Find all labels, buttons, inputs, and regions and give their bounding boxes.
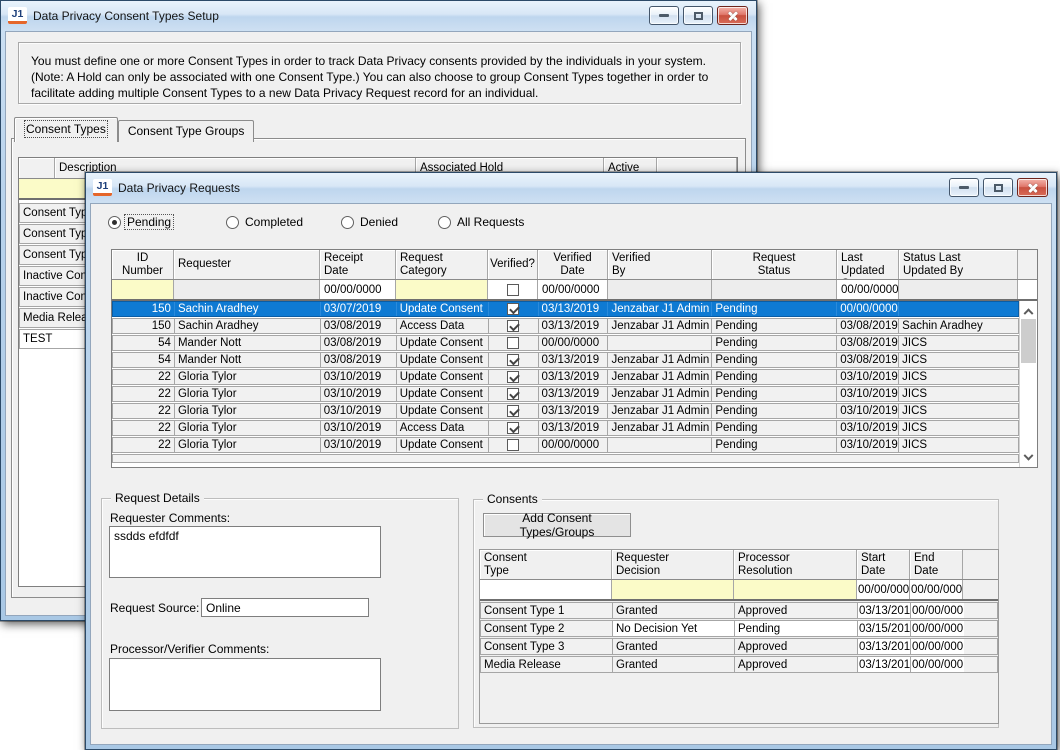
request-row[interactable]: 22Gloria Tylor03/10/2019Access Data03/13… bbox=[112, 420, 1019, 436]
radio-completed[interactable]: Completed bbox=[226, 215, 305, 229]
minimize-icon bbox=[959, 186, 969, 189]
resolution-filter-input[interactable] bbox=[734, 580, 857, 599]
verified-date-filter[interactable]: 00/00/0000 bbox=[538, 280, 608, 299]
requests-window: J1 Data Privacy Requests Pending Complet… bbox=[85, 172, 1057, 750]
verified-checkbox[interactable] bbox=[507, 422, 519, 434]
corner-header bbox=[19, 158, 55, 178]
request-source-label: Request Source: bbox=[110, 601, 199, 615]
maximize-icon bbox=[994, 184, 1003, 192]
request-row[interactable]: 54Mander Nott03/08/2019Update Consent03/… bbox=[112, 352, 1019, 368]
minimize-button[interactable] bbox=[949, 178, 979, 197]
col-header-status-updated-on: Status Last Updated On bbox=[837, 250, 899, 279]
col-header-requester: Requester bbox=[174, 250, 320, 279]
request-source-input[interactable] bbox=[201, 598, 369, 617]
j1-logo-icon: J1 bbox=[93, 179, 112, 196]
minimize-icon bbox=[659, 14, 669, 17]
col-header-id-number: ID Number bbox=[112, 250, 174, 279]
request-row[interactable]: 22Gloria Tylor03/10/2019Update Consent03… bbox=[112, 403, 1019, 419]
start-date-filter[interactable]: 00/00/000 bbox=[857, 580, 910, 599]
col-header-verified-date: Verified Date bbox=[538, 250, 608, 279]
verified-checkbox[interactable] bbox=[507, 405, 519, 417]
requester-comments-input[interactable]: ssdds efdfdf bbox=[109, 526, 381, 578]
setup-titlebar[interactable]: J1 Data Privacy Consent Types Setup bbox=[1, 1, 756, 30]
maximize-button[interactable] bbox=[683, 6, 713, 25]
verified-checkbox[interactable] bbox=[507, 371, 519, 383]
request-row[interactable]: 54Mander Nott03/08/2019Update Consent00/… bbox=[112, 335, 1019, 351]
request-row[interactable]: 22Gloria Tylor03/10/2019Update Consent03… bbox=[112, 386, 1019, 402]
processor-comments-input[interactable] bbox=[109, 658, 381, 711]
col-header-requester-decision: Requester Decision bbox=[612, 550, 734, 579]
request-details-label: Request Details bbox=[111, 491, 204, 505]
requester-comments-label: Requester Comments: bbox=[110, 511, 230, 525]
add-consent-types-button[interactable]: Add Consent Types/Groups bbox=[483, 513, 631, 537]
radio-all-requests[interactable]: All Requests bbox=[438, 215, 526, 229]
close-button[interactable] bbox=[1017, 178, 1048, 197]
chevron-up-icon bbox=[1024, 308, 1034, 318]
consent-row[interactable]: Consent Type 3GrantedApproved03/13/20100… bbox=[480, 638, 998, 655]
radio-pending[interactable]: Pending bbox=[108, 215, 173, 229]
category-filter-input[interactable] bbox=[396, 280, 488, 299]
scrollbar-thumb[interactable] bbox=[1021, 319, 1036, 363]
decision-filter-input[interactable] bbox=[612, 580, 734, 599]
consents-grid: Consent Type Requester Decision Processo… bbox=[479, 549, 999, 724]
requests-filter-row: 00/00/0000 00/00/0000 00/00/0000 bbox=[112, 280, 1037, 299]
receipt-date-filter[interactable]: 00/00/0000 bbox=[320, 280, 396, 299]
verified-checkbox[interactable] bbox=[507, 354, 519, 366]
verified-checkbox[interactable] bbox=[507, 388, 519, 400]
col-header-verified: Verified? bbox=[488, 250, 538, 279]
empty-row bbox=[112, 454, 1019, 463]
updated-on-filter[interactable]: 00/00/0000 bbox=[837, 280, 899, 299]
end-date-filter[interactable]: 00/00/000 bbox=[910, 580, 963, 599]
requests-window-title: Data Privacy Requests bbox=[118, 181, 240, 195]
requests-grid: ID Number Requester Receipt Date Request… bbox=[111, 249, 1038, 468]
verified-checkbox[interactable] bbox=[507, 320, 519, 332]
minimize-button[interactable] bbox=[649, 6, 679, 25]
consents-filter-row: 00/00/000 00/00/000 bbox=[480, 580, 998, 599]
radio-denied[interactable]: Denied bbox=[341, 215, 400, 229]
col-header-status-updated-by: Status Last Updated By bbox=[899, 250, 1018, 279]
col-header-request-category: Request Category bbox=[396, 250, 488, 279]
setup-window-title: Data Privacy Consent Types Setup bbox=[33, 9, 219, 23]
request-row[interactable]: 150Sachin Aradhey03/07/2019Update Consen… bbox=[112, 301, 1019, 317]
request-row[interactable]: 22Gloria Tylor03/10/2019Update Consent00… bbox=[112, 437, 1019, 453]
verified-checkbox[interactable] bbox=[507, 439, 519, 451]
col-header-start-date: Start Date bbox=[857, 550, 910, 579]
col-header-request-status: Request Status bbox=[712, 250, 837, 279]
radio-icon bbox=[108, 216, 121, 229]
radio-icon bbox=[226, 216, 239, 229]
request-row[interactable]: 150Sachin Aradhey03/08/2019Access Data03… bbox=[112, 318, 1019, 334]
verified-filter-checkbox[interactable] bbox=[507, 284, 519, 296]
verified-checkbox[interactable] bbox=[507, 337, 519, 349]
tab-consent-types[interactable]: Consent Types bbox=[14, 117, 118, 142]
col-header-end-date: End Date bbox=[910, 550, 963, 579]
processor-comments-label: Processor/Verifier Comments: bbox=[110, 642, 269, 656]
request-row[interactable]: 22Gloria Tylor03/10/2019Update Consent03… bbox=[112, 369, 1019, 385]
col-header-consent-type: Consent Type bbox=[480, 550, 612, 579]
consent-row[interactable]: Consent Type 2No Decision YetPending03/1… bbox=[480, 620, 998, 637]
radio-icon bbox=[438, 216, 451, 229]
id-filter-input[interactable] bbox=[112, 280, 174, 299]
consent-row[interactable]: Media ReleaseGrantedApproved03/13/20100/… bbox=[480, 656, 998, 673]
consent-row[interactable]: Consent Type 1GrantedApproved03/13/20100… bbox=[480, 602, 998, 619]
j1-logo-icon: J1 bbox=[8, 7, 27, 24]
col-header-receipt-date: Receipt Date bbox=[320, 250, 396, 279]
tab-consent-type-groups[interactable]: Consent Type Groups bbox=[118, 120, 255, 142]
setup-tabs: Consent Types Consent Type Groups bbox=[14, 117, 254, 142]
consents-label: Consents bbox=[483, 492, 542, 506]
requests-titlebar[interactable]: J1 Data Privacy Requests bbox=[86, 173, 1056, 202]
consent-type-filter[interactable] bbox=[480, 580, 612, 599]
col-header-processor-resolution: Processor Resolution bbox=[734, 550, 857, 579]
vertical-scrollbar[interactable] bbox=[1019, 301, 1037, 467]
scroll-down-button[interactable] bbox=[1020, 449, 1037, 467]
maximize-button[interactable] bbox=[983, 178, 1013, 197]
col-header-verified-by: Verified By bbox=[608, 250, 712, 279]
close-button[interactable] bbox=[717, 6, 748, 25]
setup-instructions: You must define one or more Consent Type… bbox=[18, 42, 741, 104]
verified-checkbox[interactable] bbox=[507, 303, 519, 315]
scroll-up-button[interactable] bbox=[1020, 301, 1037, 319]
maximize-icon bbox=[694, 12, 703, 20]
radio-icon bbox=[341, 216, 354, 229]
chevron-down-icon bbox=[1024, 450, 1034, 460]
